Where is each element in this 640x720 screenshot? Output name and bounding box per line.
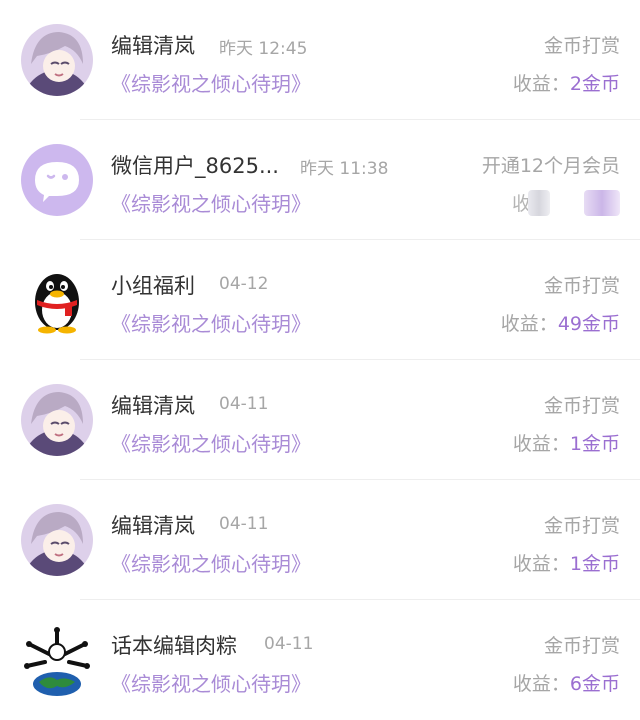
sender-name: 编辑清岚 <box>111 394 195 418</box>
record-time: 04-11 <box>264 634 314 654</box>
blurred-earning-mask <box>528 190 550 216</box>
record-time: 04-11 <box>219 394 269 414</box>
book-title-link[interactable]: 《综影视之倾心待玥》 <box>111 308 311 337</box>
record-type: 金币打赏 <box>543 395 620 417</box>
earning: 收益：1金币 <box>512 553 620 575</box>
earning: 收益：49金币 <box>500 313 620 335</box>
record-time: 昨天 12:45 <box>219 39 308 59</box>
record-row[interactable]: 话本编辑肉粽 04-11 金币打赏 《综影视之倾心待玥》 收益：6金币 <box>0 600 640 720</box>
record-row[interactable]: 编辑清岚 04-11 金币打赏 《综影视之倾心待玥》 收益：1金币 <box>0 480 640 600</box>
income-record-list: 编辑清岚 昨天 12:45 金币打赏 《综影视之倾心待玥》 收益：2金币 微信用… <box>0 0 640 719</box>
earth-bones-avatar[interactable] <box>21 624 93 696</box>
record-row[interactable]: 编辑清岚 昨天 12:45 金币打赏 《综影视之倾心待玥》 收益：2金币 <box>0 0 640 120</box>
book-title-link[interactable]: 《综影视之倾心待玥》 <box>111 68 311 97</box>
book-title-link[interactable]: 《综影视之倾心待玥》 <box>111 188 311 217</box>
qq-penguin-avatar[interactable] <box>21 264 93 336</box>
user-avatar[interactable] <box>21 24 93 96</box>
earning: 收益：1金币 <box>512 433 620 455</box>
record-type: 开通12个月会员 <box>481 155 620 177</box>
user-avatar[interactable] <box>21 384 93 456</box>
record-time: 04-12 <box>219 274 269 294</box>
blurred-earning-mask <box>584 190 620 216</box>
record-row[interactable]: 微信用户_8625... 昨天 11:38 开通12个月会员 《综影视之倾心待玥… <box>0 120 640 240</box>
wechat-default-avatar[interactable] <box>21 144 93 216</box>
record-type: 金币打赏 <box>543 515 620 537</box>
earning: 收益：6金币 <box>512 673 620 695</box>
record-type: 金币打赏 <box>543 35 620 57</box>
record-time: 昨天 11:38 <box>300 159 389 179</box>
sender-name: 小组福利 <box>111 274 195 298</box>
user-avatar[interactable] <box>21 504 93 576</box>
earning: 收益：2金币 <box>512 73 620 95</box>
record-type: 金币打赏 <box>543 635 620 657</box>
record-time: 04-11 <box>219 514 269 534</box>
book-title-link[interactable]: 《综影视之倾心待玥》 <box>111 428 311 457</box>
sender-name: 微信用户_8625... <box>111 154 279 178</box>
book-title-link[interactable]: 《综影视之倾心待玥》 <box>111 548 311 577</box>
record-type: 金币打赏 <box>543 275 620 297</box>
sender-name: 话本编辑肉粽 <box>111 634 237 658</box>
sender-name: 编辑清岚 <box>111 514 195 538</box>
book-title-link[interactable]: 《综影视之倾心待玥》 <box>111 668 311 697</box>
record-row[interactable]: 小组福利 04-12 金币打赏 《综影视之倾心待玥》 收益：49金币 <box>0 240 640 360</box>
sender-name: 编辑清岚 <box>111 34 195 58</box>
record-row[interactable]: 编辑清岚 04-11 金币打赏 《综影视之倾心待玥》 收益：1金币 <box>0 360 640 480</box>
